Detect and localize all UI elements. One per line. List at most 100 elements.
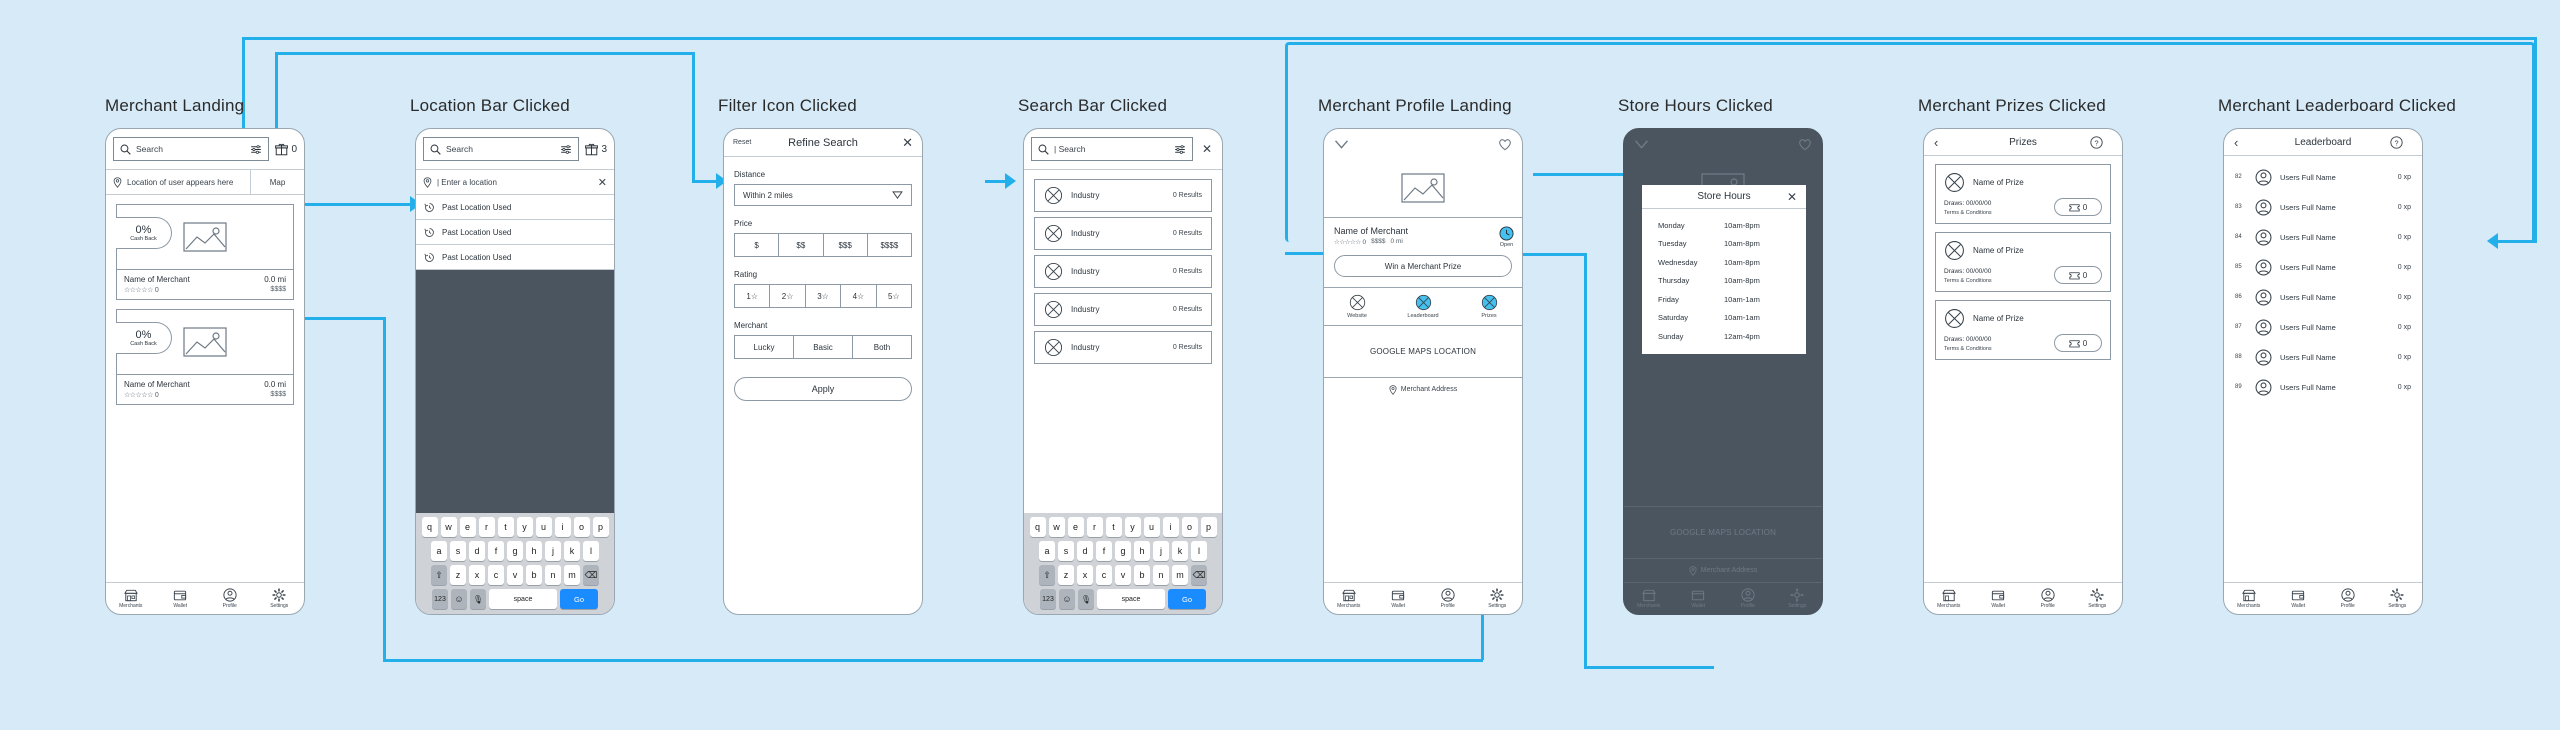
key-space[interactable]: space	[1097, 589, 1165, 609]
key-numeric[interactable]: 123	[1040, 589, 1056, 609]
key-o[interactable]: o	[573, 517, 590, 537]
key-c[interactable]: c	[488, 565, 504, 585]
tab-wallet[interactable]: Wallet	[156, 583, 206, 614]
key-b[interactable]: b	[1134, 565, 1150, 585]
industry-row[interactable]: Industry 0 Results	[1034, 179, 1212, 212]
industry-row[interactable]: Industry 0 Results	[1034, 217, 1212, 250]
price-option-3[interactable]: $$$	[824, 234, 868, 256]
help-icon[interactable]: ?	[2390, 135, 2412, 149]
key-x[interactable]: x	[469, 565, 485, 585]
tab-wallet[interactable]: Wallet	[1974, 583, 2024, 614]
key-w[interactable]: w	[440, 517, 457, 537]
rating-option-4[interactable]: 4☆	[841, 285, 877, 307]
key-m[interactable]: m	[564, 565, 580, 585]
key-s[interactable]: s	[450, 541, 466, 561]
rating-option-2[interactable]: 2☆	[770, 285, 806, 307]
key-n[interactable]: n	[545, 565, 561, 585]
heart-icon[interactable]	[1498, 138, 1512, 151]
filter-icon[interactable]	[560, 144, 572, 155]
key-e[interactable]: e	[1067, 517, 1084, 537]
key-f[interactable]: f	[488, 541, 504, 561]
key-p[interactable]: p	[592, 517, 609, 537]
key-i[interactable]: i	[554, 517, 571, 537]
rating-option-1[interactable]: 1☆	[735, 285, 771, 307]
key-l[interactable]: l	[583, 541, 599, 561]
google-maps-placeholder[interactable]: GOOGLE MAPS LOCATION	[1324, 325, 1522, 377]
prize-terms[interactable]: Terms & Conditions	[1944, 210, 1992, 216]
search-input[interactable]: Search	[423, 137, 580, 161]
key-h[interactable]: h	[526, 541, 542, 561]
filter-icon[interactable]	[1174, 144, 1186, 155]
key-v[interactable]: v	[507, 565, 523, 585]
key-d[interactable]: d	[469, 541, 485, 561]
apply-button[interactable]: Apply	[734, 377, 912, 401]
back-icon[interactable]: ‹	[2234, 135, 2256, 150]
close-icon[interactable]: ✕	[879, 135, 913, 151]
key-k[interactable]: k	[1172, 541, 1188, 561]
ticket-count-badge[interactable]: 0	[2054, 198, 2102, 216]
industry-row[interactable]: Industry 0 Results	[1034, 331, 1212, 364]
map-toggle[interactable]: Map	[250, 169, 304, 195]
key-k[interactable]: k	[564, 541, 580, 561]
prize-card[interactable]: Name of Prize Draws: 00/00/00 Terms & Co…	[1935, 164, 2111, 224]
key-emoji[interactable]: ☺	[1059, 589, 1075, 609]
key-n[interactable]: n	[1153, 565, 1169, 585]
leaderboard-row[interactable]: 86 Users Full Name 0 xp	[2224, 282, 2422, 312]
ticket-count-badge[interactable]: 0	[2054, 266, 2102, 284]
gift-counter[interactable]: 3	[585, 143, 607, 156]
back-icon[interactable]: ‹	[1934, 135, 1956, 150]
close-icon[interactable]: ✕	[1787, 190, 1797, 204]
prize-card[interactable]: Name of Prize Draws: 00/00/00 Terms & Co…	[1935, 300, 2111, 360]
chevron-down-icon[interactable]	[1634, 139, 1649, 150]
reset-button[interactable]: Reset	[733, 139, 767, 146]
merchant-option-basic[interactable]: Basic	[794, 336, 853, 358]
key-r[interactable]: r	[478, 517, 495, 537]
search-input[interactable]: | Search	[1031, 137, 1193, 161]
price-option-4[interactable]: $$$$	[868, 234, 911, 256]
key-y[interactable]: y	[1124, 517, 1141, 537]
tab-merchants[interactable]: Merchants	[2224, 583, 2274, 614]
key-z[interactable]: z	[1058, 565, 1074, 585]
key-a[interactable]: a	[431, 541, 447, 561]
store-hours-button[interactable]: Open	[1499, 226, 1514, 248]
tab-settings[interactable]: Settings	[1473, 583, 1523, 614]
filter-icon[interactable]	[250, 144, 262, 155]
merchant-option-both[interactable]: Both	[853, 336, 911, 358]
key-u[interactable]: u	[535, 517, 552, 537]
key-mic[interactable]: 🎙	[1078, 589, 1094, 609]
key-j[interactable]: j	[1153, 541, 1169, 561]
key-l[interactable]: l	[1191, 541, 1207, 561]
ticket-count-badge[interactable]: 0	[2054, 334, 2102, 352]
key-t[interactable]: t	[1105, 517, 1122, 537]
prize-terms[interactable]: Terms & Conditions	[1944, 346, 1992, 352]
search-input[interactable]: Search	[113, 137, 270, 161]
key-e[interactable]: e	[459, 517, 476, 537]
leaderboard-row[interactable]: 82 Users Full Name 0 xp	[2224, 162, 2422, 192]
key-q[interactable]: q	[1029, 517, 1046, 537]
key-w[interactable]: w	[1048, 517, 1065, 537]
chevron-down-icon[interactable]	[1334, 139, 1349, 150]
prize-card[interactable]: Name of Prize Draws: 00/00/00 Terms & Co…	[1935, 232, 2111, 292]
key-y[interactable]: y	[516, 517, 533, 537]
price-option-2[interactable]: $$	[779, 234, 824, 256]
key-d[interactable]: d	[1077, 541, 1093, 561]
merchant-card[interactable]: 0% Cash Back Name of Merchant 0.0 mi ☆☆☆☆…	[116, 204, 294, 300]
key-p[interactable]: p	[1200, 517, 1217, 537]
help-icon[interactable]: ?	[2090, 135, 2112, 149]
price-option-1[interactable]: $	[735, 234, 780, 256]
merchant-option-lucky[interactable]: Lucky	[735, 336, 794, 358]
leaderboard-row[interactable]: 89 Users Full Name 0 xp	[2224, 372, 2422, 402]
key-a[interactable]: a	[1039, 541, 1055, 561]
tab-wallet[interactable]: Wallet	[1374, 583, 1424, 614]
win-prize-button[interactable]: Win a Merchant Prize	[1334, 255, 1512, 277]
key-g[interactable]: g	[507, 541, 523, 561]
key-s[interactable]: s	[1058, 541, 1074, 561]
location-bar[interactable]: Location of user appears here Map	[106, 169, 304, 195]
key-m[interactable]: m	[1172, 565, 1188, 585]
tab-merchants[interactable]: Merchants	[1324, 583, 1374, 614]
location-input-row[interactable]: | Enter a location ✕	[416, 170, 614, 195]
key-shift[interactable]: ⇧	[1039, 565, 1055, 585]
key-i[interactable]: i	[1162, 517, 1179, 537]
key-h[interactable]: h	[1134, 541, 1150, 561]
key-t[interactable]: t	[497, 517, 514, 537]
